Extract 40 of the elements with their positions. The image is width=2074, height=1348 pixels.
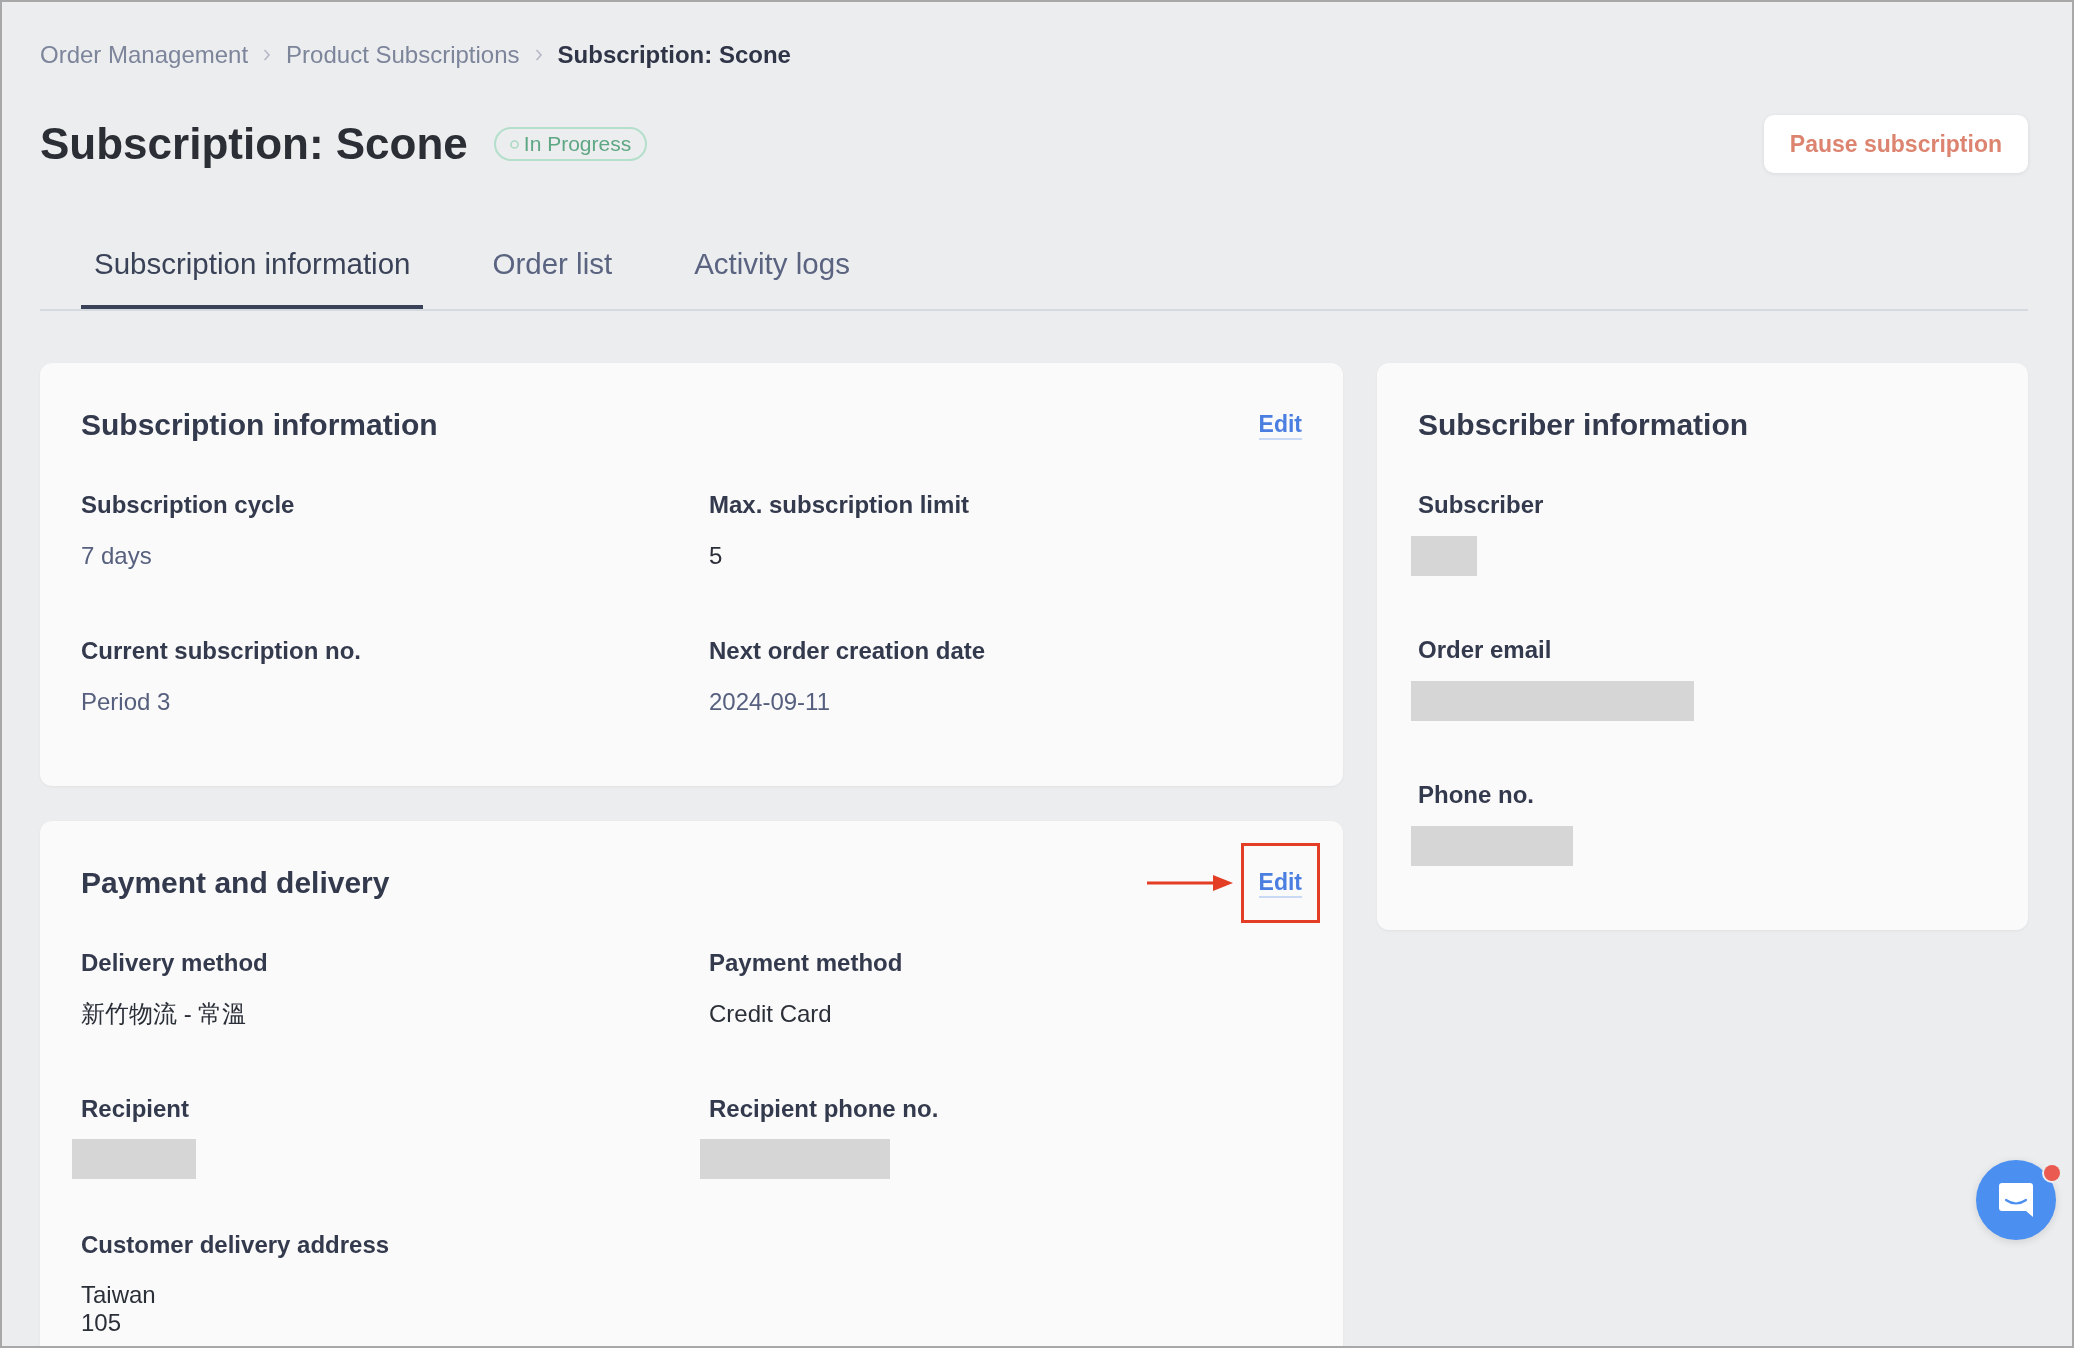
page-title: Subscription: Scone xyxy=(40,118,468,170)
field-label: Recipient phone no. xyxy=(709,1094,940,1124)
edit-link[interactable]: Edit xyxy=(1258,410,1302,440)
field-value: 2024-09-11 xyxy=(709,687,831,717)
field-label: Customer delivery address xyxy=(81,1230,391,1260)
redacted-block xyxy=(1411,536,1477,576)
field-label: Phone no. xyxy=(1418,780,1535,810)
field-label: Current subscription no. xyxy=(81,636,362,666)
field-value: Credit Card xyxy=(709,999,833,1029)
card-title: Subscriber information xyxy=(1418,407,1750,443)
field-label: Order email xyxy=(1418,635,1553,665)
tab[interactable]: Subscription information xyxy=(81,216,424,309)
chat-bubble-icon xyxy=(1998,1182,2034,1218)
tab[interactable]: Activity logs xyxy=(681,216,863,309)
field-value: Period 3 xyxy=(81,687,172,717)
field-label: Subscription cycle xyxy=(81,490,296,520)
card-title: Payment and delivery xyxy=(81,865,390,901)
field-value: 7 days xyxy=(81,541,153,571)
pause-subscription-button[interactable]: Pause subscription xyxy=(1763,115,2028,173)
field-value: 5 xyxy=(709,541,724,571)
chat-launcher-button[interactable] xyxy=(1976,1160,2056,1240)
field-value: 新竹物流 - 常溫 xyxy=(81,999,248,1029)
field-label: Max. subscription limit xyxy=(709,490,971,520)
card-title: Subscription information xyxy=(81,407,438,443)
field-label: Recipient xyxy=(81,1094,191,1124)
address-line: 105 xyxy=(81,1309,123,1337)
field-label: Delivery method xyxy=(81,948,269,978)
status-dot-icon xyxy=(509,139,519,149)
field-label: Payment method xyxy=(709,948,904,978)
chevron-right-icon xyxy=(263,49,272,61)
tab[interactable]: Order list xyxy=(479,216,626,309)
status-label: In Progress xyxy=(523,132,632,156)
edit-link[interactable]: Edit xyxy=(1258,868,1302,898)
address-line: Taiwan xyxy=(81,1281,157,1309)
breadcrumb-link[interactable]: Product Subscriptions xyxy=(286,38,520,72)
field-label: Next order creation date xyxy=(709,636,987,666)
field-label: Subscriber xyxy=(1418,490,1545,520)
breadcrumb-current: Subscription: Scone xyxy=(557,40,791,70)
breadcrumb-link[interactable]: Order Management xyxy=(40,38,249,72)
chevron-right-icon xyxy=(534,49,543,61)
